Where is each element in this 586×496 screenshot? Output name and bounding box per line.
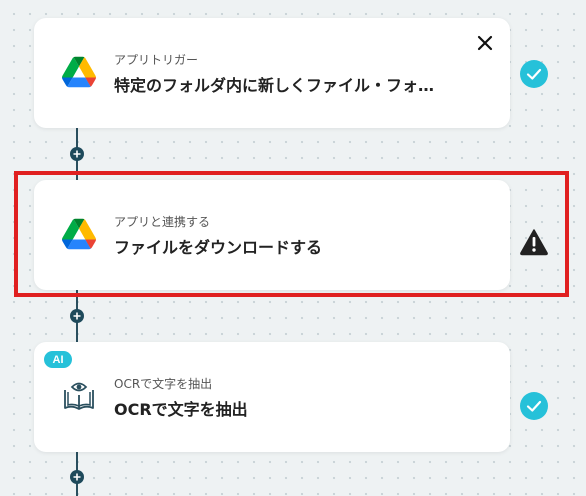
step-label: OCRで文字を抽出: [114, 377, 213, 391]
plus-icon: [73, 312, 81, 320]
step-title: 特定のフォルダ内に新しくファイル・フォ…: [114, 76, 435, 95]
plus-icon: [73, 150, 81, 158]
ocr-book-eye-icon: [64, 382, 94, 410]
step-card-ocr[interactable]: OCRで文字を抽出 OCRで文字を抽出: [34, 342, 510, 452]
ai-badge: AI: [44, 351, 72, 368]
close-icon[interactable]: [476, 34, 494, 52]
add-step-button[interactable]: [70, 470, 84, 484]
step-title: OCRで文字を抽出: [114, 400, 248, 419]
google-drive-icon: [62, 56, 96, 88]
highlight-box: [14, 171, 569, 297]
check-circle-icon: [520, 392, 548, 420]
step-label: アプリトリガー: [114, 53, 199, 67]
add-step-button[interactable]: [70, 309, 84, 323]
plus-icon: [73, 473, 81, 481]
check-circle-icon: [520, 60, 548, 88]
step-card-trigger[interactable]: アプリトリガー 特定のフォルダ内に新しくファイル・フォ…: [34, 18, 510, 128]
add-step-button[interactable]: [70, 147, 84, 161]
